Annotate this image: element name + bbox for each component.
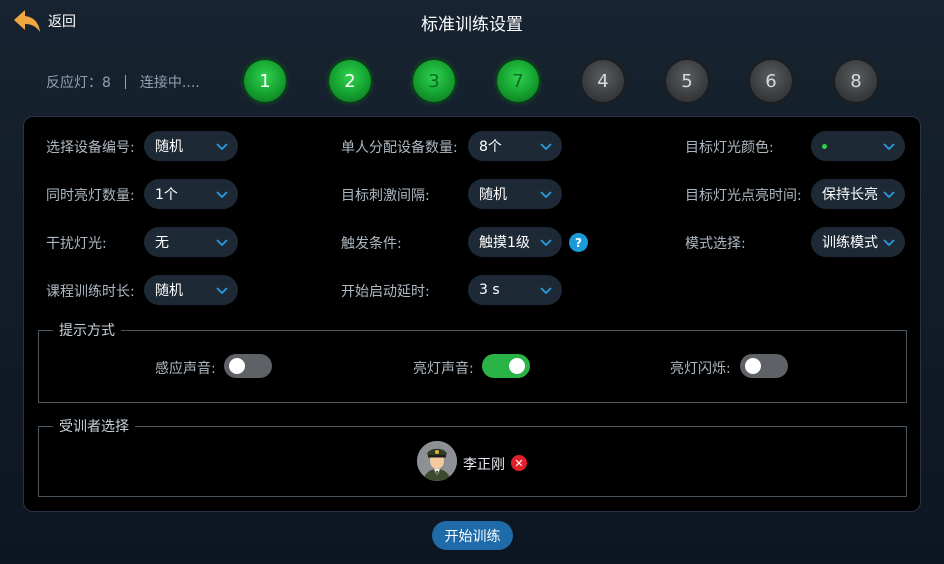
target-light-color-label: 目标灯光颜色: [685, 140, 774, 156]
status-bar: 反应灯：8 连接中.... [46, 72, 200, 92]
sensor-sound-label: 感应声音: [155, 361, 216, 377]
lamp-label: 8 [850, 70, 862, 92]
trigger-condition-select[interactable]: 触摸1级 [468, 227, 562, 257]
select-value: 随机 [155, 283, 183, 299]
trainee-name: 李正刚 [463, 457, 505, 473]
stimulus-interval-select[interactable]: 随机 [468, 179, 562, 209]
status-divider [124, 75, 126, 89]
mode-select[interactable]: 训练模式 [811, 227, 905, 257]
select-value: 1个 [155, 187, 178, 203]
chevron-down-icon [540, 287, 552, 295]
lamp-2[interactable]: 2 [329, 60, 371, 102]
lamp-label: 7 [512, 70, 524, 92]
select-value: 触摸1级 [479, 235, 530, 251]
chevron-down-icon [883, 239, 895, 247]
course-duration-select[interactable]: 随机 [144, 275, 238, 305]
prompt-mode-title: 提示方式 [59, 323, 115, 339]
select-value: 随机 [155, 139, 183, 155]
select-value: 训练模式 [822, 235, 878, 251]
light-flash-label: 亮灯闪烁: [670, 361, 731, 377]
lamp-1[interactable]: 1 [244, 60, 286, 102]
select-value: 无 [155, 235, 169, 251]
distractor-light-select[interactable]: 无 [144, 227, 238, 257]
per-person-devices-select[interactable]: 8个 [468, 131, 562, 161]
toggle-knob [229, 358, 245, 374]
trainee-title: 受训者选择 [59, 419, 129, 435]
chevron-down-icon [216, 287, 228, 295]
lamp-4[interactable]: 4 [582, 60, 624, 102]
chevron-down-icon [216, 239, 228, 247]
chevron-down-icon [883, 191, 895, 199]
page-title: 标准训练设置 [421, 15, 523, 35]
header-bar: 返回 标准训练设置 [0, 0, 944, 44]
device-number-select[interactable]: 随机 [144, 131, 238, 161]
select-value: 3 s [479, 282, 500, 298]
start-training-button[interactable]: 开始训练 [432, 521, 513, 550]
color-swatch [822, 143, 827, 149]
lamp-label: 4 [597, 70, 609, 92]
lamp-7[interactable]: 7 [497, 60, 539, 102]
lamp-8[interactable]: 8 [835, 60, 877, 102]
chevron-down-icon [540, 239, 552, 247]
reaction-lights-count: 反应灯：8 [46, 75, 111, 91]
light-sound-label: 亮灯声音: [413, 361, 474, 377]
settings-panel: 选择设备编号: 随机 单人分配设备数量: 8个 目标灯光颜色: 同时亮灯数量: … [23, 116, 921, 512]
distractor-light-label: 干扰灯光: [46, 236, 107, 252]
chevron-down-icon [216, 191, 228, 199]
select-value: 8个 [479, 139, 502, 155]
device-number-label: 选择设备编号: [46, 140, 135, 156]
lamp-label: 6 [765, 70, 777, 92]
lamp-label: 3 [428, 70, 440, 92]
lamp-6[interactable]: 6 [750, 60, 792, 102]
light-on-time-select[interactable]: 保持长亮 [811, 179, 905, 209]
course-duration-label: 课程训练时长: [46, 284, 135, 300]
lamp-3[interactable]: 3 [413, 60, 455, 102]
chevron-down-icon [540, 191, 552, 199]
stimulus-interval-label: 目标刺激间隔: [341, 188, 430, 204]
chevron-down-icon [216, 143, 228, 151]
select-value: 保持长亮 [822, 187, 878, 203]
start-delay-label: 开始启动延时: [341, 284, 430, 300]
mode-label: 模式选择: [685, 236, 746, 252]
light-on-time-label: 目标灯光点亮时间: [685, 188, 802, 204]
light-sound-toggle[interactable] [482, 354, 530, 378]
lamp-5[interactable]: 5 [666, 60, 708, 102]
chevron-down-icon [883, 143, 895, 151]
light-flash-toggle[interactable] [740, 354, 788, 378]
avatar[interactable] [417, 441, 457, 481]
connection-status: 连接中.... [139, 75, 200, 91]
sensor-sound-toggle[interactable] [224, 354, 272, 378]
help-icon[interactable]: ? [569, 233, 588, 252]
officer-avatar-icon [417, 441, 457, 481]
trigger-condition-label: 触发条件: [341, 236, 402, 252]
simultaneous-lights-select[interactable]: 1个 [144, 179, 238, 209]
toggle-knob [745, 358, 761, 374]
lamp-label: 1 [259, 70, 271, 92]
start-delay-select[interactable]: 3 s [468, 275, 562, 305]
select-value: 随机 [479, 187, 507, 203]
toggle-knob [509, 358, 525, 374]
simultaneous-lights-label: 同时亮灯数量: [46, 188, 135, 204]
remove-trainee-icon[interactable]: ✕ [511, 455, 527, 471]
lamp-label: 5 [681, 70, 693, 92]
lamp-label: 2 [344, 70, 356, 92]
chevron-down-icon [540, 143, 552, 151]
target-light-color-select[interactable] [811, 131, 905, 161]
per-person-devices-label: 单人分配设备数量: [341, 140, 458, 156]
